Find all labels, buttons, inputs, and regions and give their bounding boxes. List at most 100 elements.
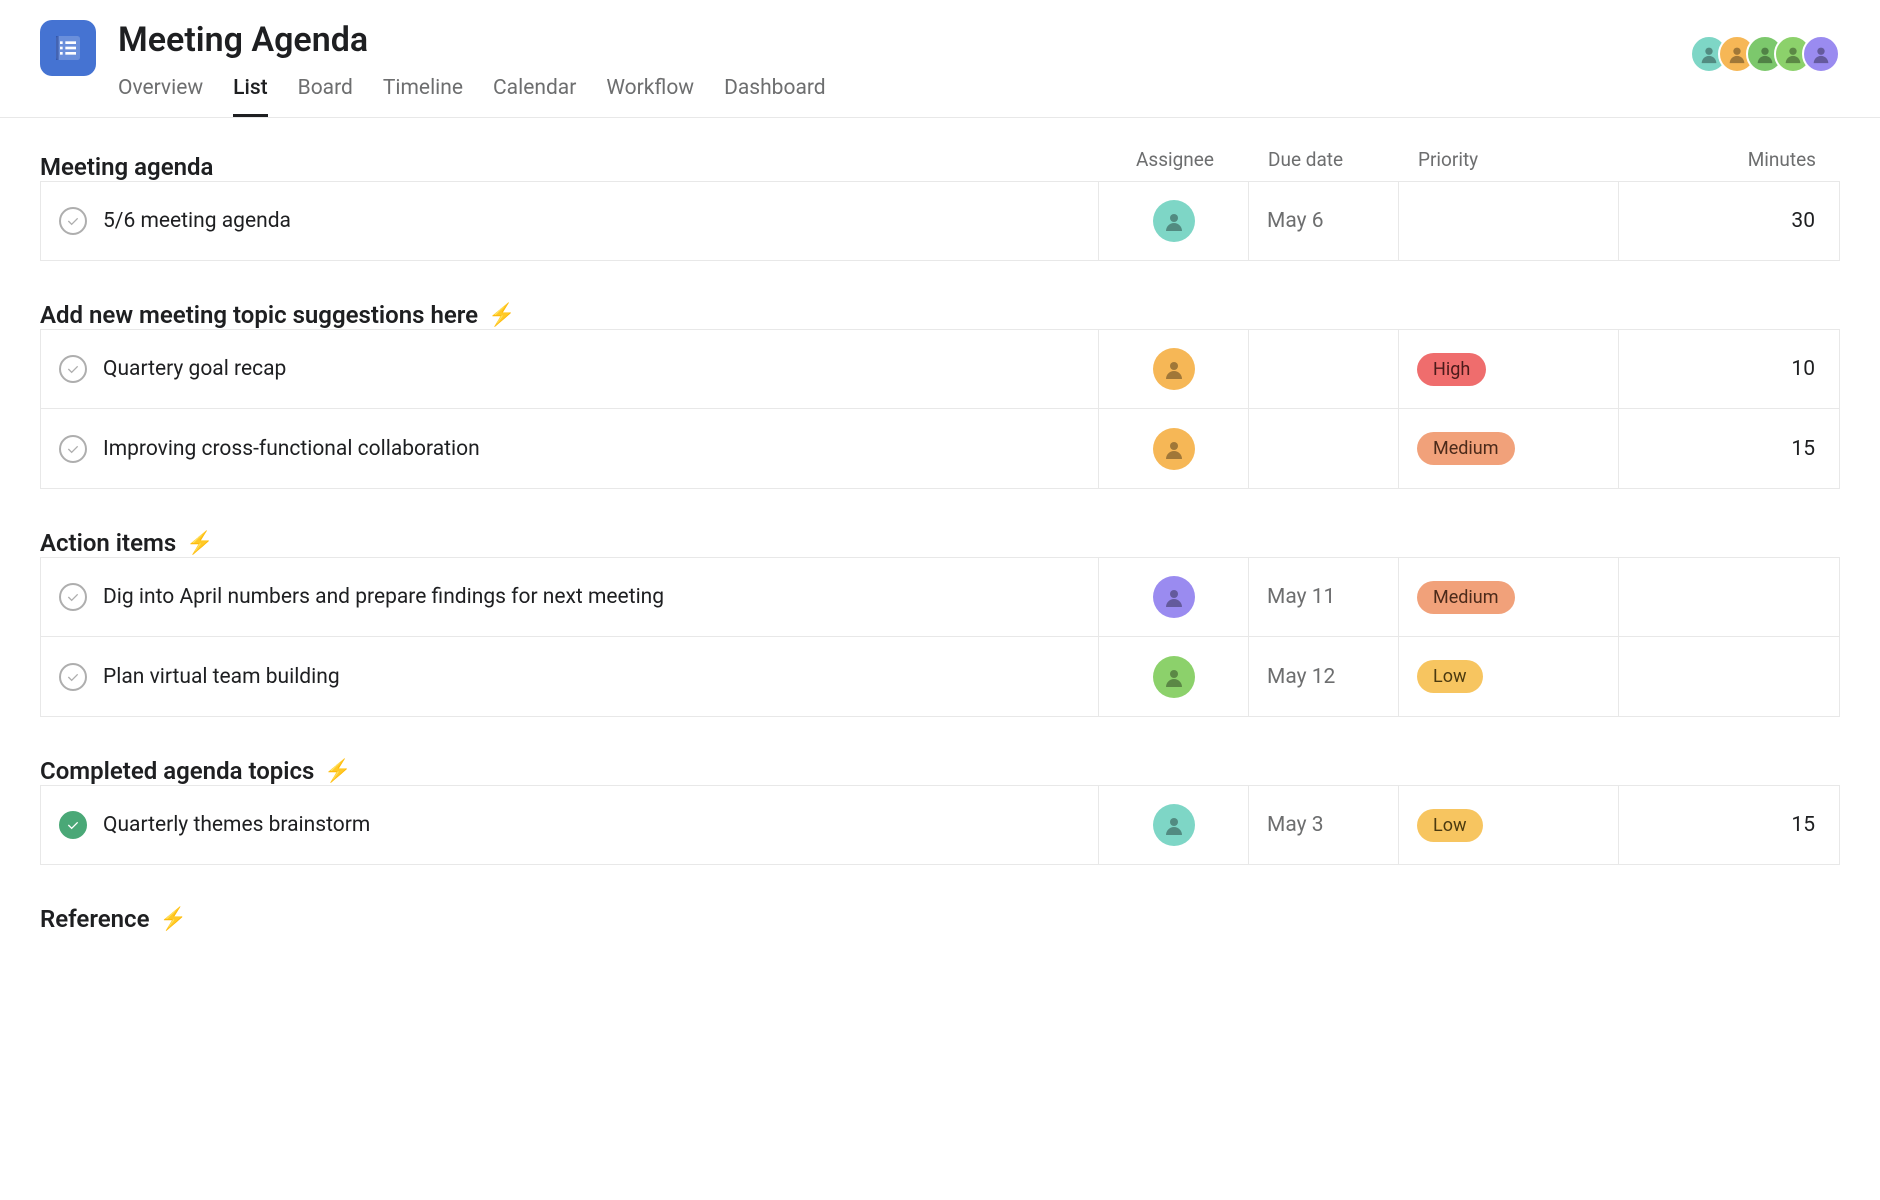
task-row[interactable]: 5/6 meeting agenda May 6 30 <box>40 181 1840 261</box>
project-header: Meeting Agenda Overview List Board Timeline… <box>0 0 1880 118</box>
assignee-cell[interactable] <box>1099 786 1249 864</box>
col-header-priority[interactable]: Priority <box>1400 148 1620 171</box>
priority-cell[interactable] <box>1399 182 1619 260</box>
bolt-icon: ⚡ <box>160 907 187 932</box>
due-date-cell[interactable] <box>1249 330 1399 408</box>
task-row[interactable]: Quartery goal recap High 10 <box>40 329 1840 409</box>
person-icon <box>1162 585 1186 609</box>
complete-check-icon[interactable] <box>59 355 87 383</box>
task-cell[interactable]: Quartery goal recap <box>41 330 1099 408</box>
person-icon <box>1162 437 1186 461</box>
minutes-cell[interactable]: 30 <box>1619 182 1839 260</box>
minutes-cell[interactable]: 15 <box>1619 409 1839 488</box>
priority-cell[interactable]: Low <box>1399 637 1619 716</box>
section-title-text: Reference <box>40 905 150 933</box>
tab-calendar[interactable]: Calendar <box>493 68 576 117</box>
assignee-avatar[interactable] <box>1153 804 1195 846</box>
complete-check-icon[interactable] <box>59 207 87 235</box>
tab-workflow[interactable]: Workflow <box>606 68 694 117</box>
due-date-cell[interactable]: May 6 <box>1249 182 1399 260</box>
section-title[interactable]: Meeting agenda <box>40 153 213 181</box>
complete-check-icon[interactable] <box>59 435 87 463</box>
section: Action items⚡ Dig into April numbers and … <box>40 529 1840 717</box>
section-title[interactable]: Completed agenda topics ⚡ <box>40 757 352 785</box>
assignee-cell[interactable] <box>1099 182 1249 260</box>
bolt-icon: ⚡ <box>488 303 515 328</box>
col-header-minutes[interactable]: Minutes <box>1620 148 1840 171</box>
task-name: 5/6 meeting agenda <box>103 209 291 233</box>
person-icon <box>1162 665 1186 689</box>
due-date-cell[interactable]: May 11 <box>1249 558 1399 636</box>
minutes-cell[interactable]: 15 <box>1619 786 1839 864</box>
task-cell[interactable]: Improving cross-functional collaboration <box>41 409 1099 488</box>
priority-pill[interactable]: High <box>1417 353 1486 386</box>
priority-cell[interactable]: High <box>1399 330 1619 408</box>
task-cell[interactable]: Plan virtual team building <box>41 637 1099 716</box>
col-header-assignee[interactable]: Assignee <box>1100 148 1250 171</box>
section: Meeting agenda AssigneeDue datePriorityMi… <box>40 148 1840 261</box>
assignee-avatar[interactable] <box>1153 656 1195 698</box>
task-row[interactable]: Improving cross-functional collaboration… <box>40 409 1840 489</box>
person-icon <box>1162 209 1186 233</box>
person-icon <box>1162 357 1186 381</box>
project-members[interactable] <box>1690 35 1840 73</box>
project-title[interactable]: Meeting Agenda <box>118 20 1840 60</box>
tabs: Overview List Board Timeline Calendar Workflo… <box>118 68 1840 117</box>
section-title-text: Add new meeting topic suggestions here <box>40 301 478 329</box>
section: Add new meeting topic suggestions here ⚡Q… <box>40 301 1840 489</box>
tab-dashboard[interactable]: Dashboard <box>724 68 826 117</box>
section-header-row: Completed agenda topics ⚡ <box>40 757 1840 785</box>
priority-pill[interactable]: Low <box>1417 660 1483 693</box>
complete-check-icon[interactable] <box>59 583 87 611</box>
assignee-cell[interactable] <box>1099 558 1249 636</box>
task-name: Dig into April numbers and prepare findi… <box>103 585 664 609</box>
priority-pill[interactable]: Medium <box>1417 581 1515 614</box>
minutes-cell[interactable]: 10 <box>1619 330 1839 408</box>
project-icon <box>40 20 96 76</box>
assignee-avatar[interactable] <box>1153 200 1195 242</box>
section-title[interactable]: Reference ⚡ <box>40 905 187 933</box>
tab-board[interactable]: Board <box>298 68 353 117</box>
assignee-cell[interactable] <box>1099 637 1249 716</box>
task-name: Improving cross-functional collaboration <box>103 437 480 461</box>
due-date-cell[interactable]: May 12 <box>1249 637 1399 716</box>
due-date-cell[interactable]: May 3 <box>1249 786 1399 864</box>
assignee-cell[interactable] <box>1099 330 1249 408</box>
task-row[interactable]: Plan virtual team building May 12 Low <box>40 637 1840 717</box>
complete-check-icon[interactable] <box>59 663 87 691</box>
person-icon <box>1810 43 1832 65</box>
priority-cell[interactable]: Medium <box>1399 409 1619 488</box>
priority-cell[interactable]: Medium <box>1399 558 1619 636</box>
priority-cell[interactable]: Low <box>1399 786 1619 864</box>
section-header-row: Reference ⚡ <box>40 905 1840 933</box>
minutes-cell[interactable] <box>1619 637 1839 716</box>
tab-timeline[interactable]: Timeline <box>383 68 463 117</box>
person-icon <box>1162 813 1186 837</box>
col-header-due[interactable]: Due date <box>1250 148 1400 171</box>
tab-list[interactable]: List <box>233 68 268 117</box>
assignee-cell[interactable] <box>1099 409 1249 488</box>
assignee-avatar[interactable] <box>1153 428 1195 470</box>
section: Completed agenda topics⚡Quarterly themes… <box>40 757 1840 865</box>
section-title-text: Completed agenda topics <box>40 757 314 785</box>
section-header-row: Meeting agenda AssigneeDue datePriorityMi… <box>40 148 1840 181</box>
bolt-icon: ⚡ <box>324 759 351 784</box>
column-headers: AssigneeDue datePriorityMinutes <box>1100 148 1840 181</box>
assignee-avatar[interactable] <box>1153 348 1195 390</box>
section-title[interactable]: Add new meeting topic suggestions here ⚡ <box>40 301 516 329</box>
task-cell[interactable]: 5/6 meeting agenda <box>41 182 1099 260</box>
task-row[interactable]: Quarterly themes brainstorm May 3 Low 15 <box>40 785 1840 865</box>
complete-check-icon[interactable] <box>59 811 87 839</box>
tab-overview[interactable]: Overview <box>118 68 203 117</box>
minutes-cell[interactable] <box>1619 558 1839 636</box>
task-row[interactable]: Dig into April numbers and prepare findi… <box>40 557 1840 637</box>
assignee-avatar[interactable] <box>1153 576 1195 618</box>
task-cell[interactable]: Dig into April numbers and prepare findi… <box>41 558 1099 636</box>
section-title[interactable]: Action items⚡ <box>40 529 214 557</box>
priority-pill[interactable]: Low <box>1417 809 1483 842</box>
due-date-cell[interactable] <box>1249 409 1399 488</box>
task-name: Quarterly themes brainstorm <box>103 813 370 837</box>
priority-pill[interactable]: Medium <box>1417 432 1515 465</box>
task-cell[interactable]: Quarterly themes brainstorm <box>41 786 1099 864</box>
member-avatar[interactable] <box>1802 35 1840 73</box>
